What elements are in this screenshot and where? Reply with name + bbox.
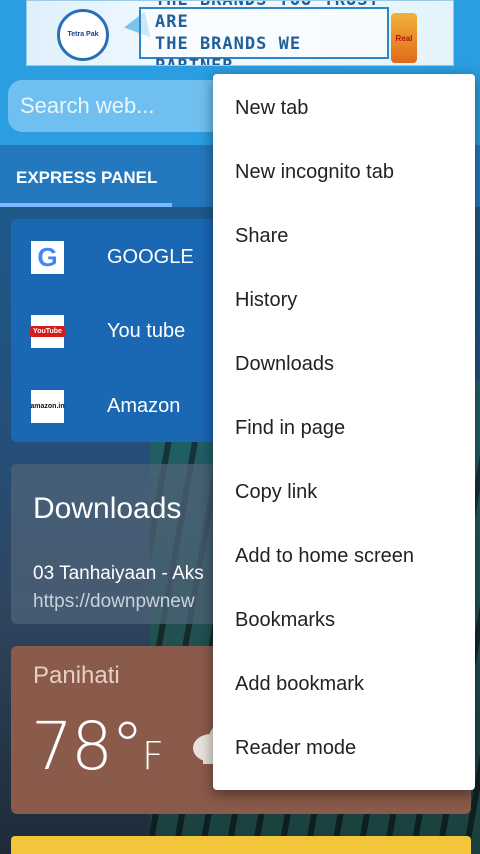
menu-item-find-in-page[interactable]: Find in page	[213, 396, 475, 460]
menu-item-copy-link[interactable]: Copy link	[213, 460, 475, 524]
amazon-icon: amazon.in	[30, 389, 65, 423]
speed-dial-amazon[interactable]: amazon.in Amazon	[11, 376, 241, 436]
google-icon: G	[31, 240, 64, 274]
download-url: https://downpwnew	[33, 591, 195, 612]
tab-express-panel[interactable]: EXPRESS PANEL	[16, 168, 157, 188]
menu-item-downloads[interactable]: Downloads	[213, 332, 475, 396]
menu-item-new-tab[interactable]: New tab	[213, 76, 475, 140]
ad-headline-line1: THE BRANDS YOU TRUST ARE	[155, 0, 380, 32]
menu-item-reader-mode[interactable]: Reader mode	[213, 716, 475, 780]
product-pack-icon: Real	[391, 13, 417, 63]
youtube-icon-glyph: YouTube	[30, 325, 65, 337]
product-pack-label: Real	[395, 33, 413, 43]
amazon-icon-glyph: amazon.in	[30, 402, 65, 410]
speed-dial-label: GOOGLE	[107, 245, 194, 268]
menu-item-share[interactable]: Share	[213, 204, 475, 268]
brand-logo-text: Tetra Pak	[67, 31, 99, 38]
menu-item-add-bookmark[interactable]: Add bookmark	[213, 652, 475, 716]
speed-dial-label: You tube	[107, 319, 186, 342]
menu-item-bookmarks[interactable]: Bookmarks	[213, 588, 475, 652]
ad-headline-line2: THE BRANDS WE PARTNER	[155, 34, 302, 66]
download-file-name: 03 Tanhaiyaan - Aks	[33, 563, 204, 584]
search-placeholder: Search web...	[20, 93, 155, 118]
speed-dial-google[interactable]: G GOOGLE	[11, 227, 241, 287]
bottom-card-edge	[11, 836, 471, 854]
speed-dial-label: Amazon	[107, 394, 181, 417]
menu-item-add-to-home-screen[interactable]: Add to home screen	[213, 524, 475, 588]
youtube-icon: YouTube	[30, 314, 65, 348]
menu-item-new-incognito-tab[interactable]: New incognito tab	[213, 140, 475, 204]
temperature-unit: F	[141, 734, 164, 778]
express-panel-card: G GOOGLE YouTube You tube amazon.in Amaz…	[11, 219, 241, 442]
tab-indicator	[0, 203, 172, 207]
google-icon-glyph: G	[37, 241, 58, 272]
weather-temperature: 78°F	[31, 708, 164, 785]
weather-city: Panihati	[33, 662, 120, 689]
temperature-value: 78°	[31, 708, 144, 785]
brand-logo-icon: Tetra Pak	[57, 9, 109, 61]
downloads-title: Downloads	[33, 492, 182, 525]
ad-headline-box: THE BRANDS YOU TRUST ARE THE BRANDS WE P…	[139, 1, 389, 65]
downloads-card[interactable]: Downloads 03 Tanhaiyaan - Aks https://do…	[11, 464, 241, 624]
ad-banner-area: Tetra Pak THE BRANDS YOU TRUST ARE THE B…	[0, 0, 480, 70]
menu-item-history[interactable]: History	[213, 268, 475, 332]
overflow-menu: New tab New incognito tab Share History …	[213, 74, 475, 790]
ad-banner[interactable]: Tetra Pak THE BRANDS YOU TRUST ARE THE B…	[26, 0, 454, 66]
speed-dial-youtube[interactable]: YouTube You tube	[11, 301, 241, 361]
